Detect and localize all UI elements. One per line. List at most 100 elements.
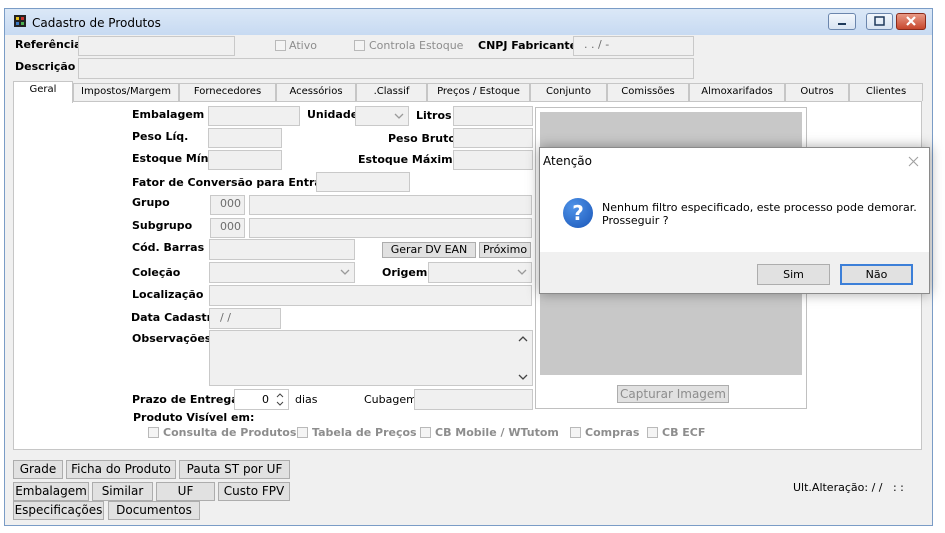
peso-bruto-input[interactable]: [453, 128, 533, 148]
similar-button[interactable]: Similar: [92, 482, 153, 501]
subgrupo-code-input[interactable]: 000: [210, 218, 245, 238]
tabela-precos-checkbox[interactable]: [297, 427, 308, 438]
litros-label: Litros: [416, 109, 452, 122]
embalagem-input[interactable]: [208, 106, 300, 126]
estoque-max-label: Estoque Máximo: [358, 153, 461, 166]
maximize-button[interactable]: [866, 13, 893, 30]
prazo-entrega-spinner[interactable]: 0: [234, 389, 289, 410]
pauta-st-button[interactable]: Pauta ST por UF: [179, 460, 290, 479]
controla-estoque-label: Controla Estoque: [369, 39, 464, 52]
cubagem-input[interactable]: [414, 389, 533, 410]
peso-bruto-label: Peso Bruto: [388, 132, 456, 145]
tab-geral[interactable]: Geral: [13, 81, 73, 103]
dialog-close-icon[interactable]: [908, 156, 919, 167]
embalagem-button[interactable]: Embalagem: [13, 482, 89, 501]
custo-fpv-button[interactable]: Custo FPV: [218, 482, 290, 501]
colecao-select[interactable]: [209, 262, 355, 283]
fator-conversao-input[interactable]: [316, 172, 410, 192]
proximo-button[interactable]: Próximo: [479, 242, 531, 258]
prazo-entrega-label: Prazo de Entrega: [132, 393, 239, 406]
capturar-imagem-button[interactable]: Capturar Imagem: [617, 385, 729, 403]
tab-impostos-margem[interactable]: Impostos/Margem: [73, 83, 179, 101]
descricao-input[interactable]: [78, 58, 694, 79]
observacoes-textarea[interactable]: [209, 330, 533, 386]
tab-almoxarifados[interactable]: Almoxarifados: [689, 83, 785, 101]
minimize-button[interactable]: [828, 13, 856, 30]
especificacoes-button[interactable]: Especificações: [13, 501, 104, 520]
maximize-icon: [874, 16, 885, 26]
tab-fornecedores-label: Fornecedores: [193, 86, 262, 97]
cnpj-label: CNPJ Fabricante: [478, 39, 578, 52]
scroll-up-icon[interactable]: [518, 335, 528, 343]
uf-button[interactable]: UF: [156, 482, 215, 501]
gerar-dv-ean-button[interactable]: Gerar DV EAN: [382, 242, 476, 258]
consulta-produtos-checkbox[interactable]: [148, 427, 159, 438]
tab-outros[interactable]: Outros: [785, 83, 849, 101]
ficha-produto-button[interactable]: Ficha do Produto: [66, 460, 176, 479]
controla-estoque-checkbox[interactable]: [354, 40, 365, 51]
spin-arrows-icon[interactable]: [274, 391, 286, 408]
cb-mobile-checkbox[interactable]: [420, 427, 431, 438]
tab-impostos-label: Impostos/Margem: [81, 86, 171, 97]
subgrupo-label: Subgrupo: [132, 219, 193, 232]
localizacao-input[interactable]: [209, 285, 532, 306]
title-bar: Cadastro de Produtos: [5, 9, 932, 35]
dialog-message-line1: Nenhum filtro especificado, este process…: [602, 201, 917, 214]
scroll-down-icon[interactable]: [518, 373, 528, 381]
litros-input[interactable]: [453, 106, 533, 126]
app-icon: [14, 15, 26, 27]
close-button[interactable]: [896, 13, 926, 30]
fator-conversao-label: Fator de Conversão para Entrada: [132, 176, 338, 189]
origem-label: Origem: [382, 266, 428, 279]
estoque-min-label: Estoque Mín.: [132, 152, 213, 165]
cod-barras-label: Cód. Barras: [132, 241, 205, 254]
compras-checkbox[interactable]: [570, 427, 581, 438]
origem-select[interactable]: [428, 262, 532, 283]
estoque-max-input[interactable]: [453, 150, 533, 170]
unidade-select[interactable]: [355, 106, 409, 126]
consulta-produtos-label: Consulta de Produtos: [163, 426, 297, 439]
unidade-label: Unidade: [307, 108, 359, 121]
tab-conjunto[interactable]: Conjunto: [530, 83, 607, 101]
tab-precos-estoque[interactable]: Preços / Estoque: [427, 83, 530, 101]
observacoes-label: Observações: [132, 332, 212, 345]
question-icon: ?: [563, 198, 593, 228]
tabela-precos-label: Tabela de Preços: [312, 426, 417, 439]
grupo-code-input[interactable]: 000: [210, 195, 245, 215]
grupo-desc-input[interactable]: [249, 195, 532, 215]
chevron-down-icon: [340, 269, 350, 275]
referencia-input[interactable]: [78, 36, 235, 56]
estoque-min-input[interactable]: [208, 150, 282, 170]
peso-liq-input[interactable]: [208, 128, 282, 148]
chevron-down-icon: [394, 113, 404, 119]
tab-clientes[interactable]: Clientes: [849, 83, 923, 101]
grade-button[interactable]: Grade: [13, 460, 63, 479]
tab-classif[interactable]: .Classif: [356, 83, 427, 101]
tab-classif-label: .Classif: [373, 86, 410, 97]
tab-geral-label: Geral: [29, 84, 57, 95]
colecao-label: Coleção: [132, 266, 181, 279]
tab-fornecedores[interactable]: Fornecedores: [179, 83, 276, 101]
minimize-icon: [838, 23, 846, 25]
tab-comissoes[interactable]: Comissões: [607, 83, 689, 101]
window-title: Cadastro de Produtos: [32, 16, 161, 30]
nao-button[interactable]: Não: [840, 264, 913, 285]
tab-acessorios-label: Acessórios: [289, 86, 343, 97]
subgrupo-desc-input[interactable]: [249, 218, 532, 238]
documentos-button[interactable]: Documentos: [108, 501, 200, 520]
ativo-checkbox[interactable]: [275, 40, 286, 51]
atencao-dialog: Atenção ? Nenhum filtro especificado, es…: [539, 147, 930, 294]
tab-conjunto-label: Conjunto: [546, 86, 591, 97]
close-icon: [906, 16, 916, 26]
tab-precos-label: Preços / Estoque: [437, 86, 520, 97]
dialog-title: Atenção: [543, 154, 592, 168]
tab-acessorios[interactable]: Acessórios: [276, 83, 356, 101]
tab-almoxarifados-label: Almoxarifados: [701, 86, 773, 97]
data-cadastro-input[interactable]: / /: [209, 308, 281, 329]
grupo-label: Grupo: [132, 196, 170, 209]
cod-barras-input[interactable]: [209, 239, 355, 260]
sim-button[interactable]: Sim: [757, 264, 830, 285]
ativo-label: Ativo: [289, 39, 317, 52]
cnpj-input[interactable]: . . / -: [573, 36, 694, 56]
cb-ecf-checkbox[interactable]: [647, 427, 658, 438]
